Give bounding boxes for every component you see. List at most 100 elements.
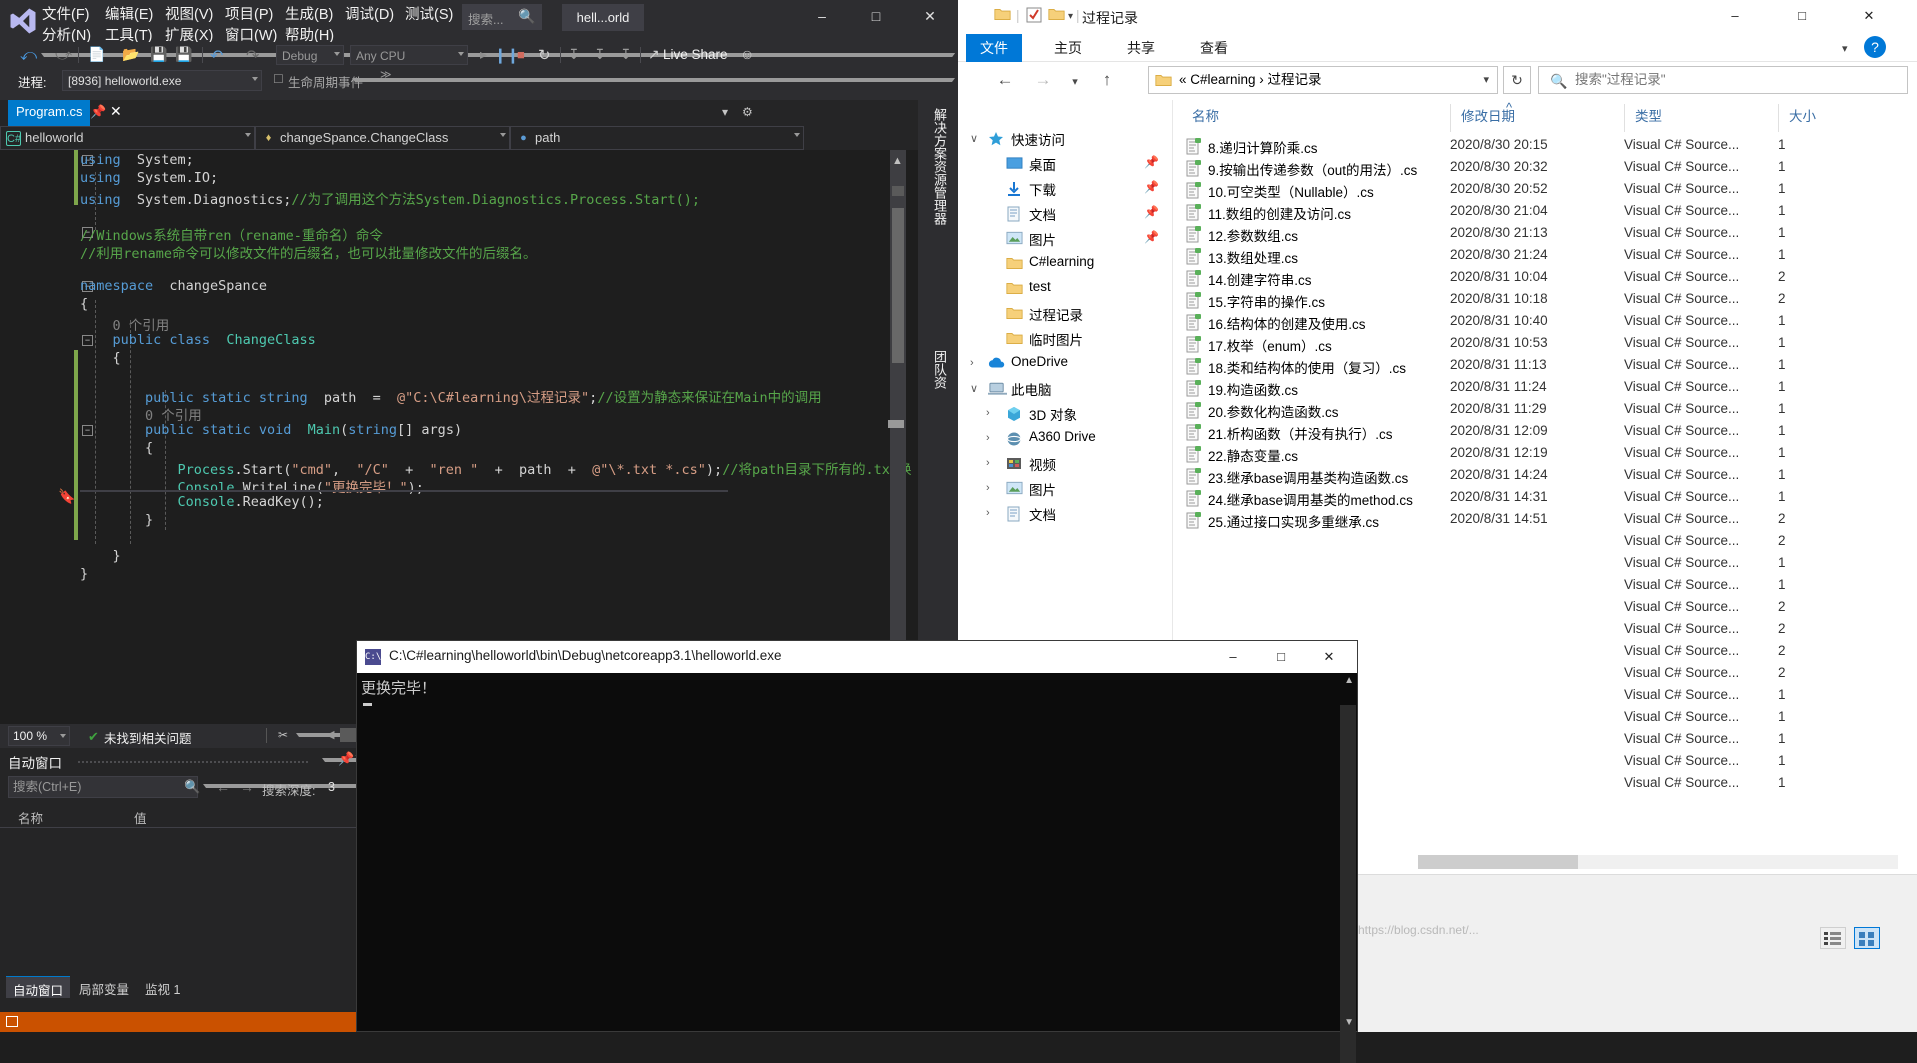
restart-icon[interactable]: ↻ (538, 46, 551, 64)
ribbon-tab-home[interactable]: 主页 (1040, 34, 1096, 62)
table-row[interactable]: 21.析构函数（并没有执行）.cs 2020/8/31 12:09 Visual C… (1174, 422, 1917, 444)
broom-icon[interactable]: ✂ (278, 728, 288, 742)
menu-file[interactable]: 文件(F) (42, 3, 90, 24)
editor-scrollbar-thumb[interactable] (892, 208, 904, 363)
fe-minimize-button[interactable]: – (1709, 0, 1761, 32)
scroll-up-arrow-icon[interactable]: ▲ (892, 155, 903, 167)
nav-pane-item[interactable]: ∨ 此电脑 (958, 378, 1172, 400)
code-line[interactable]: public static void Main(string[] args) (80, 422, 462, 438)
navbar-member-combo[interactable]: ● path (510, 126, 804, 150)
fe-maximize-button[interactable]: □ (1776, 0, 1828, 32)
split-view-handle[interactable] (892, 186, 904, 196)
fe-close-button[interactable]: ✕ (1843, 0, 1895, 32)
back-icon[interactable]: ← (994, 70, 1016, 90)
menu-debug[interactable]: 调试(D) (345, 3, 394, 24)
table-row[interactable]: 19.构造函数.cs 2020/8/31 11:24 Visual C# Sourc… (1174, 378, 1917, 400)
address-breadcrumb[interactable]: « C#learning › 过程记录 ▾ (1148, 66, 1498, 94)
table-row[interactable]: Visual C# Source... 2 (1174, 598, 1917, 620)
search-icon[interactable]: 🔍 (184, 779, 200, 795)
recent-locations-icon[interactable]: ▾ (1066, 75, 1084, 88)
menu-edit[interactable]: 编辑(E) (105, 3, 153, 24)
nav-pane-item[interactable]: ∨ 快速访问 (958, 128, 1172, 150)
live-share-user-icon[interactable]: ☺ (740, 46, 754, 62)
open-file-icon[interactable]: 📂 (122, 46, 139, 63)
pin-icon[interactable]: 📌 (1144, 205, 1159, 219)
code-line[interactable]: Process.Start("cmd", "/C" + "ren " + pat… (80, 458, 912, 478)
table-row[interactable]: Visual C# Source... 1 (1174, 554, 1917, 576)
code-line[interactable]: using System.IO; (80, 170, 218, 186)
code-line[interactable]: using System.Diagnostics;//为了调用这个方法Syste… (80, 188, 700, 208)
new-folder-icon[interactable] (1048, 7, 1065, 25)
table-row[interactable]: 17.枚举（enum）.cs 2020/8/31 10:53 Visual C# S… (1174, 334, 1917, 356)
table-row[interactable]: 23.继承base调用基类构造函数.cs 2020/8/31 14:24 Visua… (1174, 466, 1917, 488)
help-icon[interactable]: ? (1864, 36, 1886, 58)
live-share-icon[interactable]: ↗ (648, 46, 660, 63)
save-all-icon[interactable]: 💾 (175, 46, 192, 63)
pin-icon[interactable]: 📌 (1144, 180, 1159, 194)
fe-hscroll-thumb[interactable] (1418, 855, 1578, 869)
code-line[interactable]: Console.WriteLine("更换完毕！"); (80, 476, 424, 496)
pin-icon[interactable]: 📌 (1144, 230, 1159, 244)
nav-pane-item[interactable]: 文档 📌 (958, 203, 1172, 225)
details-view-button[interactable] (1820, 927, 1846, 949)
navigate-back-icon[interactable]: ⤺ (20, 47, 37, 65)
pin-icon[interactable]: 📌 (90, 104, 106, 120)
nav-pane-item[interactable]: test (958, 278, 1172, 300)
large-icons-view-button[interactable] (1854, 927, 1880, 949)
autos-search-input[interactable]: 搜索(Ctrl+E) (8, 776, 198, 798)
code-line[interactable]: 0 个引用 (80, 404, 202, 424)
table-row[interactable]: Visual C# Source... 1 (1174, 576, 1917, 598)
ribbon-collapse-icon[interactable]: ▾ (1842, 42, 1848, 55)
vs-maximize-button[interactable]: □ (853, 0, 899, 33)
table-row[interactable]: 14.创建字符串.cs 2020/8/31 10:04 Visual C# Sour… (1174, 268, 1917, 290)
save-icon[interactable]: 💾 (150, 46, 167, 63)
menu-view[interactable]: 视图(V) (165, 3, 213, 24)
nav-pane-item[interactable]: 下载 📌 (958, 178, 1172, 200)
tab-list-chevron-icon[interactable]: ▾ (722, 105, 728, 119)
menu-test[interactable]: 测试(S) (405, 3, 453, 24)
scroll-down-arrow-icon[interactable]: ▼ (1344, 1017, 1354, 1028)
search-icon[interactable]: 🔍 (518, 8, 535, 25)
scroll-left-icon[interactable]: ◀ (326, 728, 334, 741)
chevron-down-icon[interactable]: ▾ (1483, 67, 1489, 93)
pin-icon[interactable]: 📌 (1144, 155, 1159, 169)
live-share-label[interactable]: Live Share (663, 47, 728, 62)
breadcrumb[interactable]: « C#learning › 过程记录 (1179, 67, 1322, 93)
chevron-right-icon[interactable]: › (986, 457, 990, 469)
console-close-button[interactable]: ✕ (1305, 641, 1353, 672)
chevron-right-icon[interactable]: › (986, 482, 990, 494)
code-line[interactable]: using System; (80, 152, 194, 168)
step-out-icon[interactable]: ↧ (620, 46, 632, 63)
gear-icon[interactable]: ⚙ (742, 105, 753, 119)
start-debug-icon[interactable]: ▸ (480, 46, 487, 63)
chevron-down-icon[interactable]: ∨ (970, 132, 978, 145)
pause-icon[interactable]: ❙❙ (494, 46, 519, 64)
nav-pane-item[interactable]: › 图片 (958, 478, 1172, 500)
menu-build[interactable]: 生成(B) (285, 3, 333, 24)
table-row[interactable]: 10.可空类型（Nullable）.cs 2020/8/30 20:52 Visua… (1174, 180, 1917, 202)
nav-pane-item[interactable]: 图片 📌 (958, 228, 1172, 250)
team-explorer-tab[interactable]: 团队资 (930, 350, 949, 389)
stop-icon[interactable]: ■ (517, 47, 525, 62)
console-output-area[interactable]: 更换完毕！ ▲ ▼ (357, 673, 1357, 1063)
navbar-project-combo[interactable]: C# helloworld (0, 126, 255, 150)
bookmark-icon[interactable]: 🔖 (58, 488, 75, 505)
nav-pane-item[interactable]: › OneDrive (958, 353, 1172, 375)
nav-pane-item[interactable]: › 文档 (958, 503, 1172, 525)
nav-forward-icon[interactable]: → (240, 779, 254, 795)
search-depth-value[interactable]: 3 (328, 780, 335, 794)
console-minimize-button[interactable]: – (1209, 641, 1257, 672)
table-row[interactable]: 13.数组处理.cs 2020/8/30 21:24 Visual C# Sourc… (1174, 246, 1917, 268)
code-line[interactable]: { (80, 350, 121, 366)
code-line[interactable]: Console.ReadKey(); (80, 494, 324, 510)
zoom-combo[interactable]: 100 % (8, 726, 70, 746)
console-maximize-button[interactable]: □ (1257, 641, 1305, 672)
chevron-down-icon[interactable]: ∨ (970, 382, 978, 395)
vs-minimize-button[interactable]: – (799, 0, 845, 33)
config-combo[interactable]: Debug (276, 45, 344, 65)
table-row[interactable]: 16.结构体的创建及使用.cs 2020/8/31 10:40 Visual C# … (1174, 312, 1917, 334)
code-line[interactable]: { (80, 440, 153, 456)
table-row[interactable]: Visual C# Source... 2 (1174, 532, 1917, 554)
nav-pane-item[interactable]: › 3D 对象 (958, 403, 1172, 425)
code-line[interactable]: public static string path = @"C:\C#learn… (80, 386, 822, 406)
